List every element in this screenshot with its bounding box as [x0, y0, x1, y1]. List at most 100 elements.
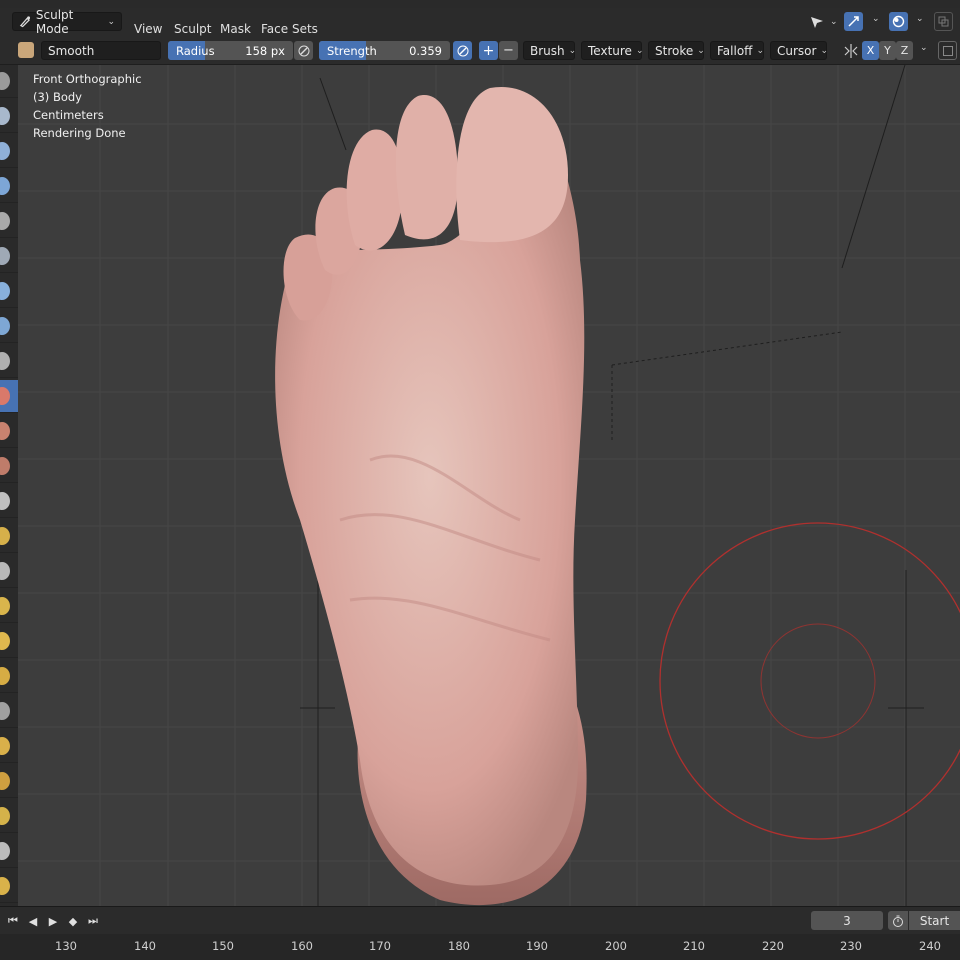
brush-icon: [0, 212, 10, 230]
gizmo-toggle-button[interactable]: [844, 12, 863, 31]
sculpt-tool-button[interactable]: [0, 835, 18, 868]
menu-view[interactable]: View: [134, 22, 162, 36]
viewport-canvas: [18, 65, 960, 906]
radius-pressure-button[interactable]: [294, 41, 313, 60]
direction-subtract-button[interactable]: −: [499, 41, 518, 60]
sculpt-tool-button[interactable]: [0, 345, 18, 378]
ruler-tick: 170: [369, 939, 391, 953]
stroke-dropdown[interactable]: Stroke ⌄: [648, 41, 705, 60]
sculpt-tool-button[interactable]: [0, 380, 18, 413]
sculpt-tool-button[interactable]: [0, 520, 18, 553]
texture-dropdown[interactable]: Texture ⌄: [581, 41, 644, 60]
sculpt-tool-button[interactable]: [0, 450, 18, 483]
foot-mesh: [275, 86, 587, 906]
brush-icon: [0, 247, 10, 265]
falloff-dropdown-label: Falloff: [717, 43, 753, 58]
options-toggle[interactable]: [938, 41, 957, 60]
sculpt-tool-button[interactable]: [0, 65, 18, 98]
chevron-down-icon[interactable]: ⌄: [916, 14, 924, 24]
jump-start-icon[interactable]: ⏮: [4, 912, 22, 930]
brush-dropdown[interactable]: Brush ⌄: [523, 41, 576, 60]
sculpt-tool-button[interactable]: [0, 625, 18, 658]
pen-pressure-icon: [457, 45, 468, 56]
strength-value: 0.359: [409, 43, 442, 58]
brush-icon: [0, 387, 10, 405]
strength-slider[interactable]: Strength 0.359: [319, 41, 450, 60]
xray-toggle-button[interactable]: [934, 12, 953, 31]
sculpt-tool-button[interactable]: [0, 695, 18, 728]
sculpt-tool-button[interactable]: [0, 170, 18, 203]
jump-keyframe-icon[interactable]: ◆: [64, 912, 82, 930]
pen-pressure-icon: [298, 45, 309, 56]
cursor-dropdown[interactable]: Cursor ⌄: [770, 41, 828, 60]
ruler-tick: 140: [134, 939, 156, 953]
brush-icon: [0, 317, 10, 335]
brush-icon: [0, 107, 10, 125]
ruler-tick: 240: [919, 939, 941, 953]
overlays-icon: [892, 15, 905, 28]
brush-icon: [0, 807, 10, 825]
chevron-down-icon: ⌄: [697, 45, 705, 56]
chevron-down-icon[interactable]: ⌄: [872, 14, 880, 24]
chevron-down-icon: ⌄: [635, 45, 644, 56]
mirror-z-toggle[interactable]: Z: [896, 41, 913, 60]
symmetry-icon[interactable]: [843, 43, 859, 59]
brush-icon: [0, 142, 10, 160]
sculpt-tool-button[interactable]: [0, 100, 18, 133]
brush-icon: [0, 282, 10, 300]
sculpt-tool-button[interactable]: [0, 765, 18, 798]
overlays-toggle-button[interactable]: [889, 12, 908, 31]
brush-name: Smooth: [48, 43, 95, 58]
radius-slider[interactable]: Radius 158 px: [168, 41, 293, 60]
texture-dropdown-label: Texture: [588, 43, 632, 58]
sculpt-tool-button[interactable]: [0, 870, 18, 903]
chevron-down-icon[interactable]: ⌄: [920, 43, 928, 53]
jump-end-icon[interactable]: ⏭: [84, 912, 102, 930]
menu-mask[interactable]: Mask: [220, 22, 251, 36]
brush-name-field[interactable]: Smooth: [41, 41, 161, 60]
ruler-tick: 180: [448, 939, 470, 953]
view-object-types-button[interactable]: ⌄: [808, 12, 844, 31]
sculpt-toolbar: [0, 65, 18, 906]
sculpt-tool-button[interactable]: [0, 240, 18, 273]
brush-cursor: [659, 522, 960, 840]
play-reverse-icon[interactable]: ◀: [24, 912, 42, 930]
sculpt-tool-button[interactable]: [0, 730, 18, 763]
play-icon[interactable]: ▶: [44, 912, 62, 930]
mode-selector[interactable]: Sculpt Mode ⌄: [12, 8, 122, 36]
falloff-dropdown[interactable]: Falloff ⌄: [710, 41, 764, 60]
ruler-tick: 210: [683, 939, 705, 953]
mirror-x-toggle[interactable]: X: [862, 41, 879, 60]
mirror-y-toggle[interactable]: Y: [879, 41, 896, 60]
menu-sculpt[interactable]: Sculpt: [174, 22, 211, 36]
3d-viewport[interactable]: [18, 65, 960, 906]
xray-icon: [938, 16, 949, 27]
radius-label: Radius: [176, 43, 215, 58]
menu-face-sets[interactable]: Face Sets: [261, 22, 318, 36]
brush-thumbnail-icon[interactable]: [18, 42, 34, 58]
start-frame-field[interactable]: Start: [909, 911, 960, 930]
brush-icon: [0, 527, 10, 545]
strength-pressure-button[interactable]: [453, 41, 472, 60]
brush-icon: [0, 667, 10, 685]
timeline-ruler[interactable]: 130 140 150 160 170 180 190 200 210 220 …: [0, 934, 960, 960]
sculpt-tool-button[interactable]: [0, 135, 18, 168]
sculpt-tool-button[interactable]: [0, 660, 18, 693]
sculpt-tool-button[interactable]: [0, 205, 18, 238]
viewport-info-overlay: Front Orthographic (3) Body Centimeters …: [33, 70, 142, 142]
sculpt-tool-button[interactable]: [0, 275, 18, 308]
current-frame-field[interactable]: 3: [811, 911, 883, 930]
sculpt-tool-button[interactable]: [0, 310, 18, 343]
direction-add-button[interactable]: +: [479, 41, 498, 60]
sculpt-tool-button[interactable]: [0, 555, 18, 588]
window-top-strip: [0, 0, 960, 8]
cursor-dropdown-label: Cursor: [777, 43, 817, 58]
mode-label: Sculpt Mode: [35, 7, 74, 36]
sculpt-tool-button[interactable]: [0, 590, 18, 623]
stopwatch-icon[interactable]: [888, 911, 908, 930]
sculpt-tool-button[interactable]: [0, 485, 18, 518]
ruler-tick: 130: [55, 939, 77, 953]
sculpt-tool-button[interactable]: [0, 415, 18, 448]
sculpt-tool-button[interactable]: [0, 800, 18, 833]
viewport-header: Sculpt Mode ⌄ View Sculpt Mask Face Sets…: [0, 8, 960, 38]
